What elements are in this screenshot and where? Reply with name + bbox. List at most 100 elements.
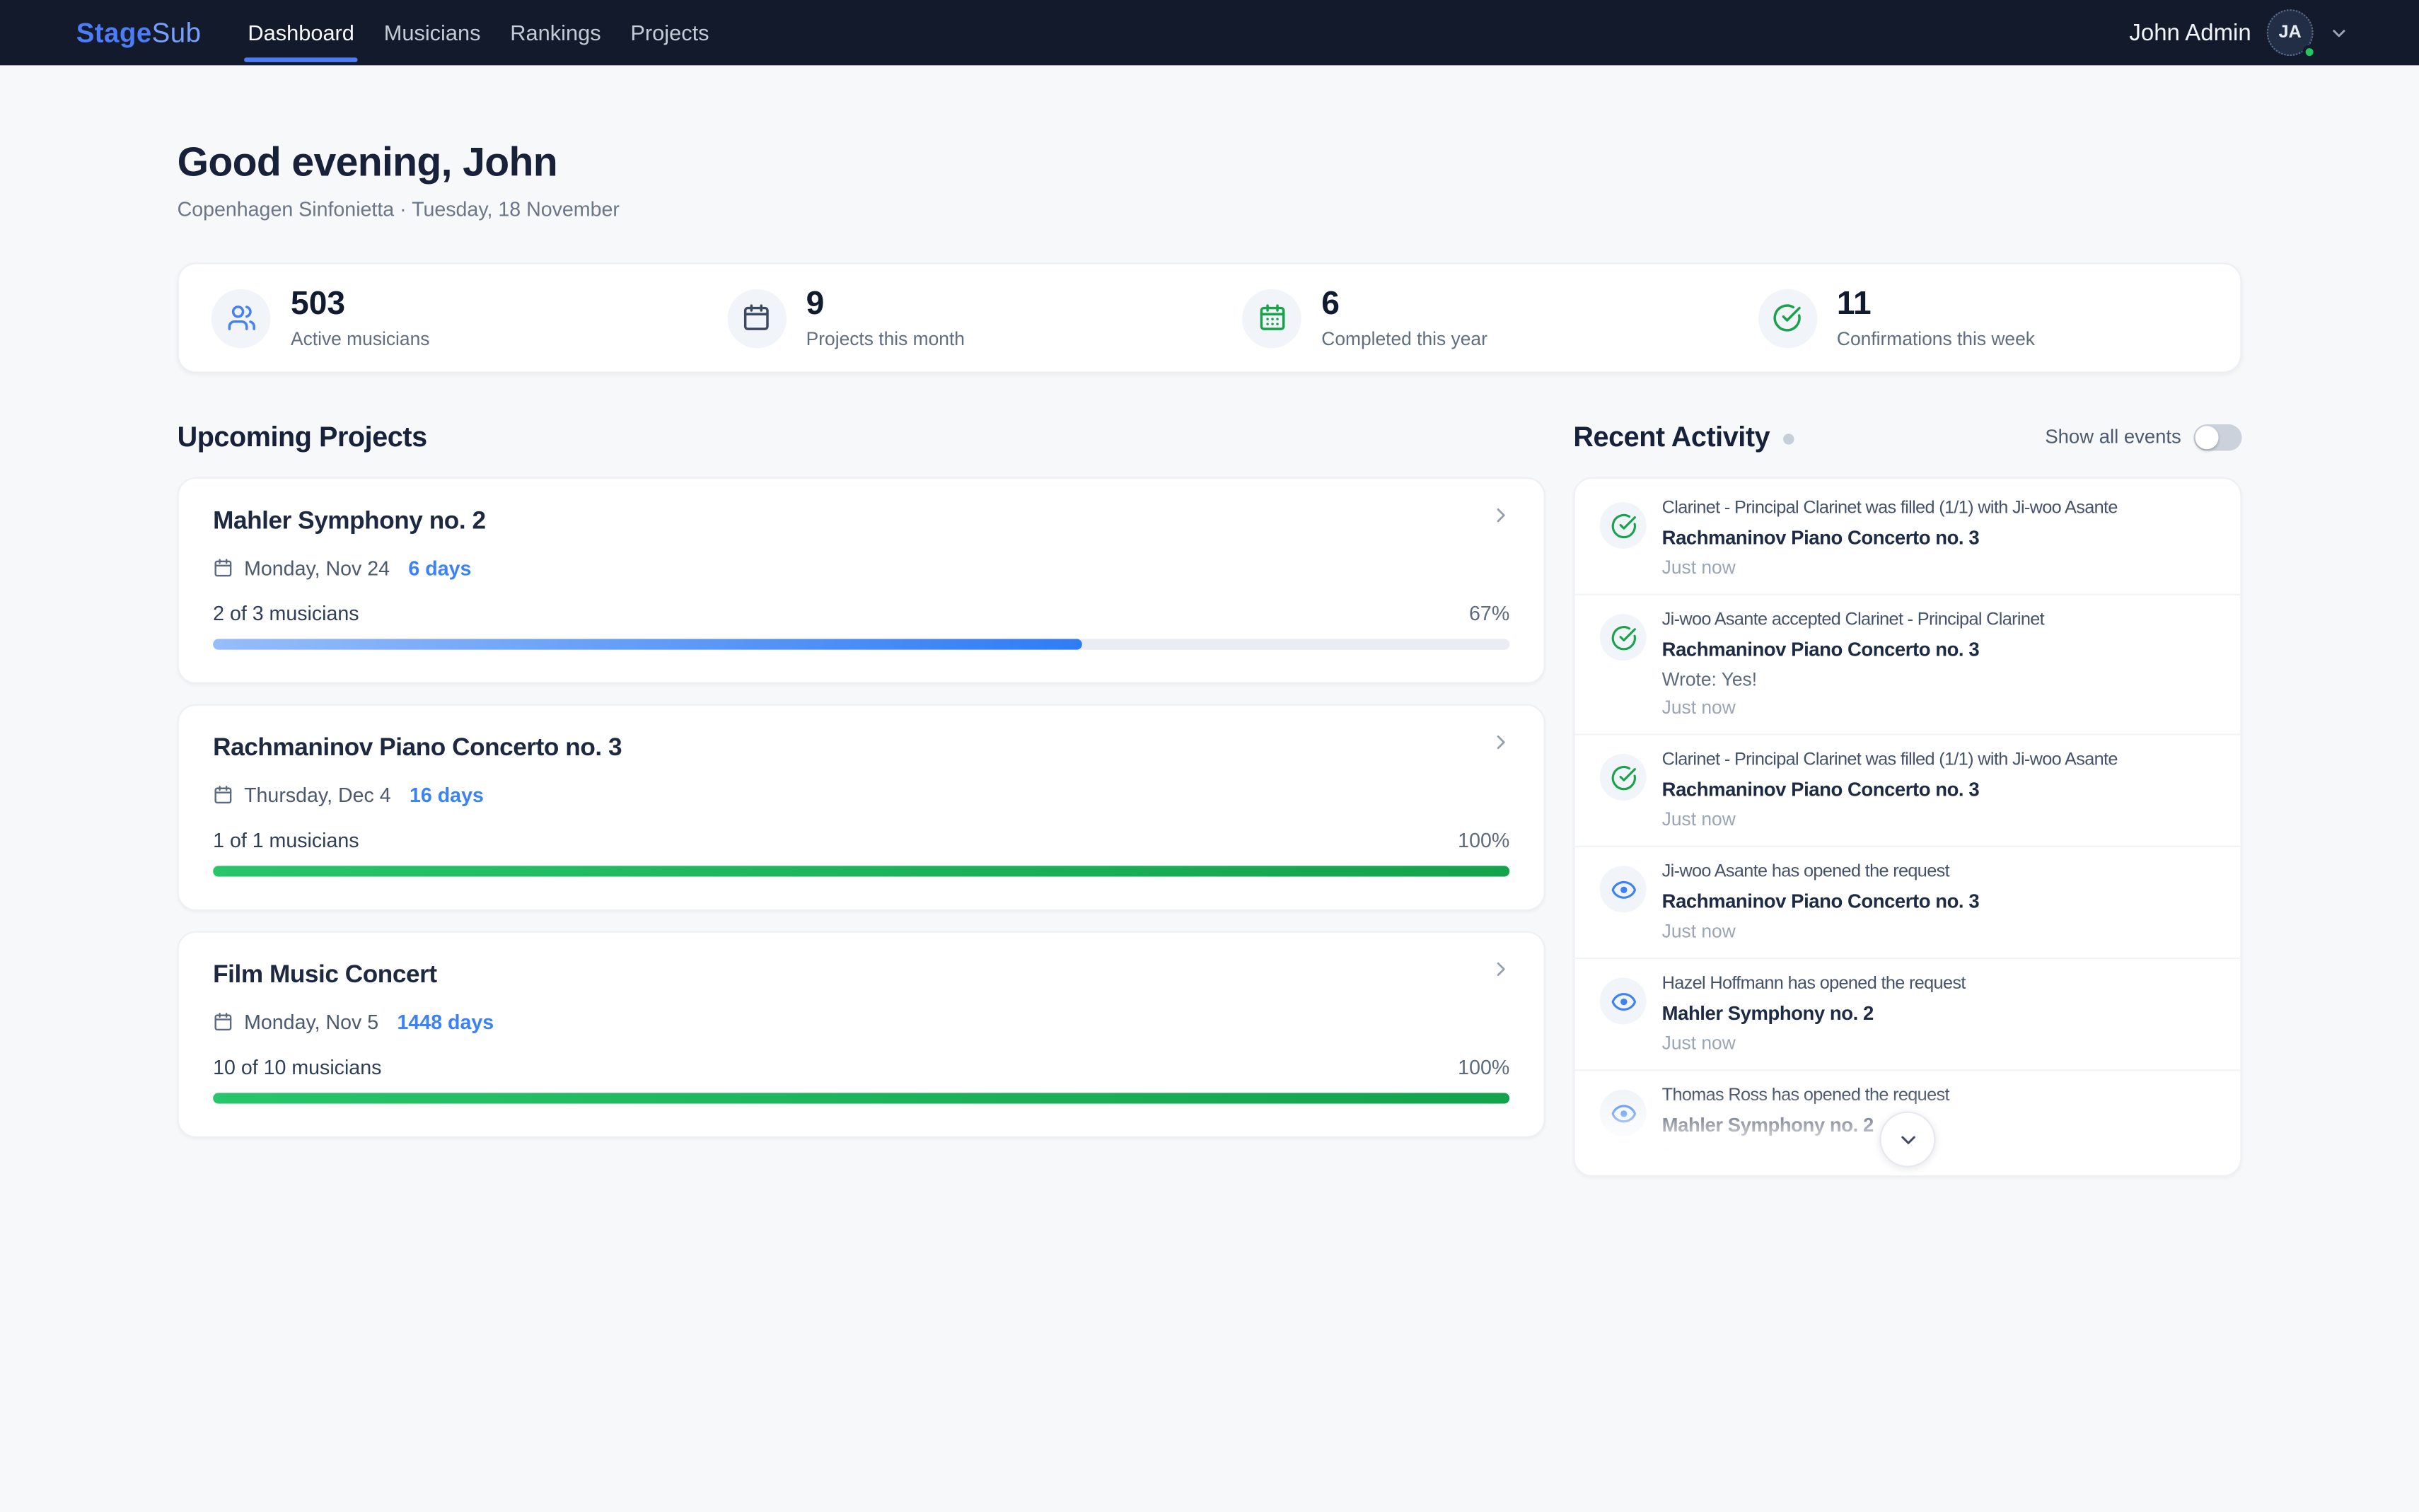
stat-icon-circle (1242, 289, 1301, 348)
show-all-events-toggle[interactable] (2193, 424, 2241, 450)
activity-project: Mahler Symphony no. 2 (1662, 1003, 2222, 1026)
stat-icon-circle (727, 289, 787, 348)
activity-item: Ji-woo Asante accepted Clarinet - Princi… (1575, 594, 2241, 734)
nav-item[interactable]: Projects (630, 0, 709, 65)
activity-icon-circle (1600, 502, 1647, 549)
project-card[interactable]: Mahler Symphony no. 2 Monday, Nov 24 6 d… (178, 477, 1545, 684)
activity-list: Clarinet - Principal Clarinet was filled… (1575, 484, 2241, 1177)
eye-icon (1610, 1100, 1636, 1126)
progress-fill (213, 639, 1081, 649)
eye-icon (1610, 876, 1636, 902)
check-circle-icon (1610, 764, 1636, 790)
project-date: Monday, Nov 24 (244, 557, 390, 580)
activity-icon-circle (1600, 1090, 1647, 1136)
activity-title: Clarinet - Principal Clarinet was filled… (1662, 749, 2222, 772)
chevron-down-icon[interactable] (2329, 23, 2350, 43)
activity-item: Hazel Hoffmann has opened the request Ma… (1575, 958, 2241, 1069)
greeting-subtitle: Copenhagen Sinfonietta · Tuesday, 18 Nov… (178, 197, 2242, 221)
activity-project: Rachmaninov Piano Concerto no. 3 (1662, 527, 2222, 550)
activity-title: Ji-woo Asante accepted Clarinet - Princi… (1662, 610, 2222, 633)
activity-icon-circle (1600, 978, 1647, 1025)
section-title-recent-activity: Recent Activity (1573, 421, 1770, 453)
avatar-initials: JA (2278, 23, 2301, 42)
activity-project: Mahler Symphony no. 2 (1662, 1115, 2222, 1138)
chevron-right-icon[interactable] (1490, 504, 1513, 527)
stat-value: 503 (291, 287, 429, 320)
fill-percent: 100% (1458, 1055, 1509, 1078)
chevron-right-icon[interactable] (1490, 731, 1513, 754)
calendar-icon (213, 785, 233, 806)
activity-icon-circle (1600, 754, 1647, 801)
recent-activity-section: Recent Activity Show all events Clarinet… (1573, 419, 2241, 1176)
check-circle-icon (1773, 303, 1802, 333)
greeting-block: Good evening, John Copenhagen Sinfoniett… (178, 139, 2242, 221)
online-status-dot (2302, 45, 2316, 59)
musicians-count: 2 of 3 musicians (213, 602, 359, 625)
upcoming-projects-section: Upcoming Projects Mahler Symphony no. 2 … (178, 419, 1545, 1158)
progress-track (213, 866, 1509, 876)
nav-item[interactable]: Rankings (510, 0, 601, 65)
stat-value: 9 (806, 287, 965, 320)
stat-icon-circle (1758, 289, 1817, 348)
section-title-upcoming-projects: Upcoming Projects (178, 421, 427, 453)
activity-title: Ji-woo Asante has opened the request (1662, 861, 2222, 885)
activity-item: Ji-woo Asante has opened the request Rac… (1575, 846, 2241, 958)
logo-part-1: Stage (76, 16, 152, 47)
check-circle-icon (1610, 512, 1636, 538)
live-indicator-dot (1784, 434, 1794, 444)
activity-time: Just now (1662, 920, 2222, 942)
activity-time: Just now (1662, 1144, 2222, 1166)
progress-track (213, 1093, 1509, 1103)
progress-fill (213, 1093, 1509, 1103)
project-card-list: Mahler Symphony no. 2 Monday, Nov 24 6 d… (178, 477, 1545, 1138)
project-title: Rachmaninov Piano Concerto no. 3 (213, 735, 1509, 764)
activity-note: Wrote: Yes! (1662, 668, 2222, 690)
project-date: Thursday, Dec 4 (244, 784, 391, 807)
fill-percent: 67% (1469, 602, 1509, 625)
activity-icon-circle (1600, 614, 1647, 661)
musicians-count: 10 of 10 musicians (213, 1055, 381, 1078)
chevron-right-icon[interactable] (1490, 958, 1513, 981)
top-nav: StageSub Dashboard Musicians Rankings Pr… (0, 0, 2419, 65)
check-circle-icon (1610, 624, 1636, 650)
nav-item[interactable]: Dashboard (248, 0, 354, 65)
toggle-knob (2195, 425, 2219, 448)
logo-part-2: Sub (152, 16, 202, 47)
nav-item[interactable]: Musicians (384, 0, 481, 65)
stat-value: 6 (1321, 287, 1487, 320)
stat: 11 Confirmations this week (1725, 287, 2241, 349)
avatar[interactable]: JA (2267, 9, 2314, 56)
project-date: Monday, Nov 5 (244, 1011, 378, 1034)
activity-time: Just now (1662, 808, 2222, 830)
stat: 503 Active musicians (179, 287, 695, 349)
app-logo[interactable]: StageSub (76, 16, 202, 49)
activity-title: Clarinet - Principal Clarinet was filled… (1662, 497, 2222, 521)
nav-item-label: Musicians (384, 21, 481, 45)
project-card[interactable]: Rachmaninov Piano Concerto no. 3 Thursda… (178, 704, 1545, 911)
page-title: Good evening, John (178, 139, 2242, 187)
project-days-badge: 1448 days (398, 1011, 494, 1034)
stat-label: Confirmations this week (1837, 327, 2035, 349)
eye-icon (1610, 988, 1636, 1014)
user-name: John Admin (2129, 19, 2251, 45)
activity-time: Just now (1662, 697, 2222, 719)
activity-project: Rachmaninov Piano Concerto no. 3 (1662, 890, 2222, 914)
calendar-icon (213, 558, 233, 578)
activity-project: Rachmaninov Piano Concerto no. 3 (1662, 639, 2222, 662)
expand-activity-button[interactable] (1879, 1112, 1935, 1168)
user-menu[interactable]: John Admin JA (2129, 9, 2349, 56)
activity-project: Rachmaninov Piano Concerto no. 3 (1662, 779, 2222, 802)
nav-links: Dashboard Musicians Rankings Projects (248, 0, 738, 65)
stat-label: Active musicians (291, 327, 429, 349)
stat: 9 Projects this month (694, 287, 1210, 349)
project-card[interactable]: Film Music Concert Monday, Nov 5 1448 da… (178, 931, 1545, 1138)
fill-percent: 100% (1458, 829, 1509, 852)
stat-icon-circle (211, 289, 271, 348)
nav-item-label: Dashboard (248, 21, 354, 45)
app-root: StageSub Dashboard Musicians Rankings Pr… (0, 0, 2419, 1512)
nav-item-label: Projects (630, 21, 709, 45)
activity-title: Hazel Hoffmann has opened the request (1662, 973, 2222, 996)
stat: 6 Completed this year (1210, 287, 1725, 349)
stat-label: Completed this year (1321, 327, 1487, 349)
show-all-events-label: Show all events (2045, 426, 2181, 448)
